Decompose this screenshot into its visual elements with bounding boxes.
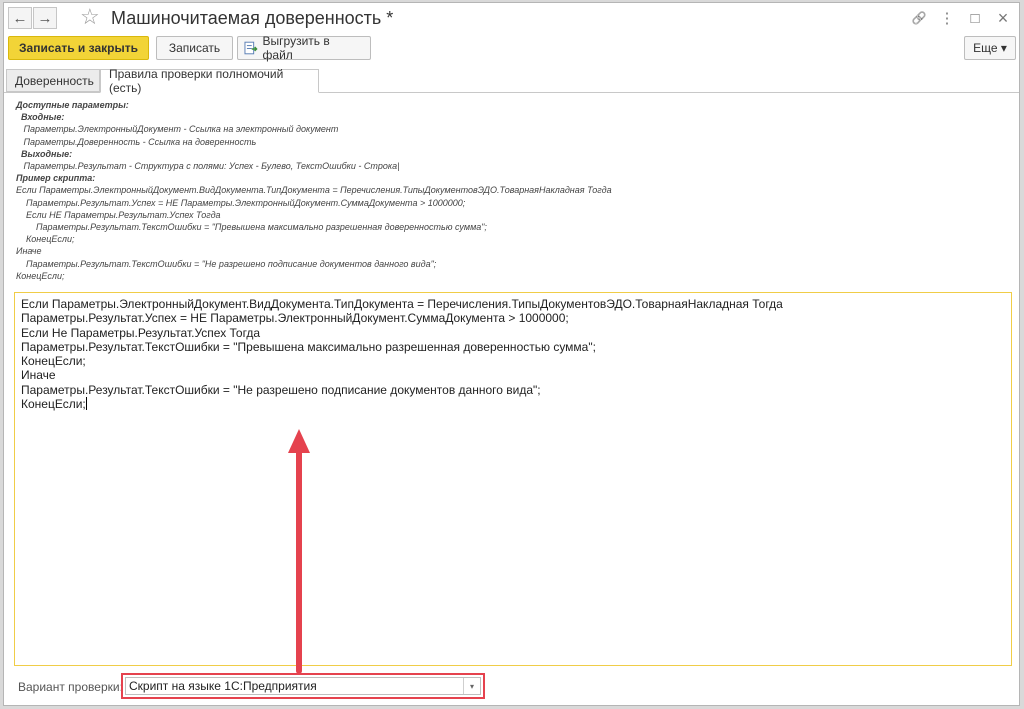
code-line-text: Иначе bbox=[21, 368, 56, 383]
window-title: Машиночитаемая доверенность * bbox=[111, 8, 394, 28]
export-file-button[interactable]: Выгрузить в файл bbox=[237, 34, 371, 62]
arrow-left-icon: ← bbox=[12, 9, 28, 27]
tab-bar: Доверенность Правила проверки полномочий… bbox=[4, 67, 1019, 95]
help-line: Входные: bbox=[16, 112, 65, 123]
maximize-icon[interactable]: □ bbox=[963, 8, 987, 28]
export-file-icon bbox=[244, 41, 258, 55]
code-line-text: КонецЕсли; bbox=[21, 397, 86, 412]
check-variant-value: Скрипт на языке 1С:Предприятия bbox=[129, 679, 317, 693]
forward-button[interactable]: → bbox=[33, 7, 57, 29]
code-line: КонецЕсли; bbox=[21, 354, 1005, 368]
help-line: Если Параметры.ЭлектронныйДокумент.ВидДо… bbox=[16, 185, 612, 196]
title-bar: ← → ☆ Машиночитаемая доверенность * 🔗 ⋮ … bbox=[4, 3, 1019, 33]
command-bar: Записать и закрыть Записать Выгрузить в … bbox=[4, 34, 1019, 62]
code-line: Если Параметры.ЭлектронныйДокумент.ВидДо… bbox=[21, 297, 1005, 311]
more-menu-icon[interactable]: ⋮ bbox=[935, 8, 959, 28]
code-line: Если Не Параметры.Результат.Успех Тогда bbox=[21, 326, 1005, 340]
link-icon[interactable]: 🔗 bbox=[907, 8, 931, 28]
help-line: КонецЕсли; bbox=[16, 270, 65, 281]
code-line: Параметры.Результат.Успех = НЕ Параметры… bbox=[21, 311, 1005, 325]
help-line: Параметры.ЭлектронныйДокумент - Ссылка н… bbox=[16, 124, 339, 135]
code-line-text: КонецЕсли; bbox=[21, 354, 86, 369]
close-icon[interactable]: × bbox=[991, 8, 1015, 28]
help-text: Доступные параметры: Входные: Параметры.… bbox=[16, 99, 996, 282]
code-line-text: Если Не Параметры.Результат.Успех Тогда bbox=[21, 325, 261, 340]
help-line: Параметры.Результат.ТекстОшибки = "Не ра… bbox=[16, 258, 437, 269]
code-line: Параметры.Результат.ТекстОшибки = "Не ра… bbox=[21, 383, 1005, 397]
tab-authority-check-rules[interactable]: Правила проверки полномочий (есть) bbox=[100, 67, 319, 95]
favorite-star-icon[interactable]: ☆ bbox=[80, 5, 100, 29]
more-actions-button[interactable]: Еще ▾ bbox=[964, 36, 1016, 60]
code-line-text: Параметры.Результат.ТекстОшибки = "Не ра… bbox=[21, 382, 541, 397]
save-and-close-button[interactable]: Записать и закрыть bbox=[8, 36, 149, 60]
help-line: Параметры.Результат.ТекстОшибки = "Превы… bbox=[16, 222, 487, 233]
back-button[interactable]: ← bbox=[8, 7, 32, 29]
text-caret bbox=[85, 397, 87, 411]
code-line: Иначе bbox=[21, 368, 1005, 382]
check-variant-select[interactable]: Скрипт на языке 1С:Предприятия ▾ bbox=[121, 673, 485, 699]
app-window: ← → ☆ Машиночитаемая доверенность * 🔗 ⋮ … bbox=[3, 2, 1020, 706]
code-line-text: Параметры.Результат.Успех = НЕ Параметры… bbox=[21, 311, 569, 326]
help-line: Параметры.Результат.Успех = НЕ Параметры… bbox=[16, 197, 466, 208]
help-line: Пример скрипта: bbox=[16, 173, 96, 184]
script-editor[interactable]: Если Параметры.ЭлектронныйДокумент.ВидДо… bbox=[14, 292, 1012, 666]
code-line: Параметры.Результат.ТекстОшибки = "Превы… bbox=[21, 340, 1005, 354]
tab-power-of-attorney[interactable]: Доверенность bbox=[6, 69, 100, 92]
help-line: Если НЕ Параметры.Результат.Успех Тогда bbox=[16, 209, 221, 220]
help-line: Параметры.Доверенность - Ссылка на довер… bbox=[16, 136, 257, 147]
variant-label: Вариант проверки: bbox=[18, 680, 123, 694]
save-button[interactable]: Записать bbox=[156, 36, 233, 60]
code-line-text: Параметры.Результат.ТекстОшибки = "Превы… bbox=[21, 339, 596, 354]
help-line: Параметры.Результат - Структура с полями… bbox=[16, 161, 400, 172]
help-line: КонецЕсли; bbox=[16, 234, 75, 245]
export-file-label: Выгрузить в файл bbox=[262, 34, 330, 62]
help-line: Доступные параметры: bbox=[16, 100, 129, 110]
help-line: Выходные: bbox=[16, 148, 73, 159]
code-line: КонецЕсли; bbox=[21, 397, 1005, 411]
chevron-down-icon[interactable]: ▾ bbox=[463, 678, 480, 694]
code-line-text: Если Параметры.ЭлектронныйДокумент.ВидДо… bbox=[21, 297, 783, 311]
help-line: Иначе bbox=[16, 246, 42, 257]
arrow-right-icon: → bbox=[37, 9, 53, 27]
